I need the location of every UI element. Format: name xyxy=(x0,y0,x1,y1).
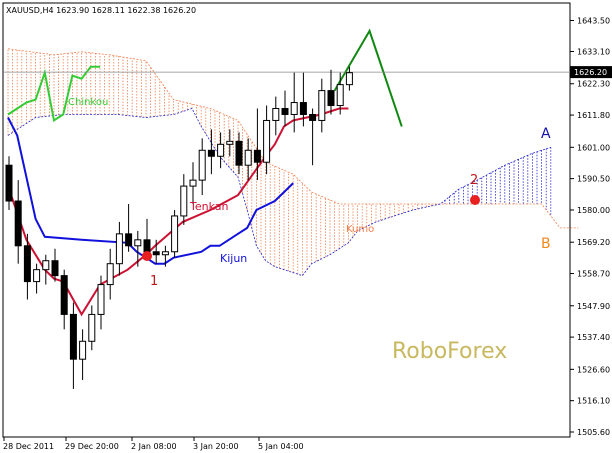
y-tick-label: 1505.60 xyxy=(577,428,610,437)
candle-bear xyxy=(327,90,335,107)
candle-bull xyxy=(244,149,252,166)
kumo-label: Kumo xyxy=(346,224,374,235)
y-tick-label: 1526.60 xyxy=(577,365,610,374)
candle-bull xyxy=(79,340,87,360)
y-tick-label: 1547.90 xyxy=(577,302,610,311)
candle-bull xyxy=(345,72,353,86)
candle-bear xyxy=(299,102,307,115)
plot-area xyxy=(2,2,571,438)
candle-bear xyxy=(5,164,13,202)
y-tick-label: 1601.00 xyxy=(577,143,610,152)
y-tick-label: 1622.30 xyxy=(577,80,610,89)
candle-bull xyxy=(134,239,142,247)
candle-bull xyxy=(106,263,114,286)
candle-bear xyxy=(51,260,59,277)
candle-bull xyxy=(171,215,179,253)
y-tick-label: 1516.10 xyxy=(577,397,610,406)
chart-title: XAUUSD,H4 1623.90 1628.11 1622.38 1626.2… xyxy=(6,6,196,15)
candle-bear xyxy=(253,149,261,163)
x-tick-label: 3 Jan 20:00 xyxy=(193,442,239,451)
candle-bear xyxy=(23,245,31,283)
y-tick-label: 1633.10 xyxy=(577,48,610,57)
projection-label-b: B xyxy=(541,236,551,252)
candle-bear xyxy=(60,275,68,315)
candle-bull xyxy=(217,143,225,157)
y-tick-label: 1558.70 xyxy=(577,270,610,279)
candle-bull xyxy=(115,233,123,265)
candle-bull xyxy=(272,108,280,121)
candle-bear xyxy=(125,233,133,247)
x-tick-label: 29 Dec 20:00 xyxy=(65,442,119,451)
candle-bear xyxy=(69,313,77,360)
x-tick-label: 2 Jan 08:00 xyxy=(131,442,177,451)
candle-bear xyxy=(309,113,317,121)
tenkan-label: Tenkan xyxy=(189,200,229,213)
candle-bull xyxy=(42,260,50,271)
signal-marker-1 xyxy=(142,251,152,261)
candle-bull xyxy=(180,185,188,217)
candle-bull xyxy=(290,102,298,115)
candle-bull xyxy=(88,313,96,342)
candle-bear xyxy=(143,239,151,253)
chinkou-label: Chinkou xyxy=(68,97,108,108)
y-tick-label: 1569.20 xyxy=(577,238,610,247)
candle-bear xyxy=(152,251,160,256)
candle-bull xyxy=(198,149,206,181)
candle-bull xyxy=(161,251,169,256)
x-tick-label: 5 Jan 04:00 xyxy=(258,442,304,451)
signal-label-1: 1 xyxy=(150,274,158,289)
watermark-text: RoboForex xyxy=(392,339,507,364)
current-price-label: 1626.20 xyxy=(574,68,607,77)
candle-bear xyxy=(14,200,22,247)
y-tick-label: 1643.50 xyxy=(577,16,610,25)
projection-label-a: A xyxy=(541,126,551,142)
y-tick-label: 1590.50 xyxy=(577,175,610,184)
candle-bull xyxy=(263,119,271,163)
candle-bear xyxy=(235,140,243,166)
candle-bull xyxy=(189,179,197,187)
x-tick-label: 28 Dec 2011 xyxy=(3,442,54,451)
signal-marker-2 xyxy=(470,195,480,205)
candle-bull xyxy=(336,84,344,107)
price-chart: 1626.20 1643.50 1633.10 1622.30 1611.80 1601.… xyxy=(0,0,612,453)
candle-bull xyxy=(97,284,105,315)
candle-bull xyxy=(226,140,234,145)
signal-label-2: 2 xyxy=(470,173,478,188)
y-tick-label: 1537.40 xyxy=(577,333,610,342)
candle-bull xyxy=(33,269,41,283)
y-tick-label: 1580.00 xyxy=(577,206,610,215)
kijun-label: Kijun xyxy=(220,252,247,265)
candle-bear xyxy=(281,108,289,115)
candle-bull xyxy=(318,90,326,121)
y-tick-label: 1611.80 xyxy=(577,111,610,120)
candle-bear xyxy=(207,149,215,157)
chart-window: { "chart_data": { "type": "candlestick",… xyxy=(0,0,612,453)
